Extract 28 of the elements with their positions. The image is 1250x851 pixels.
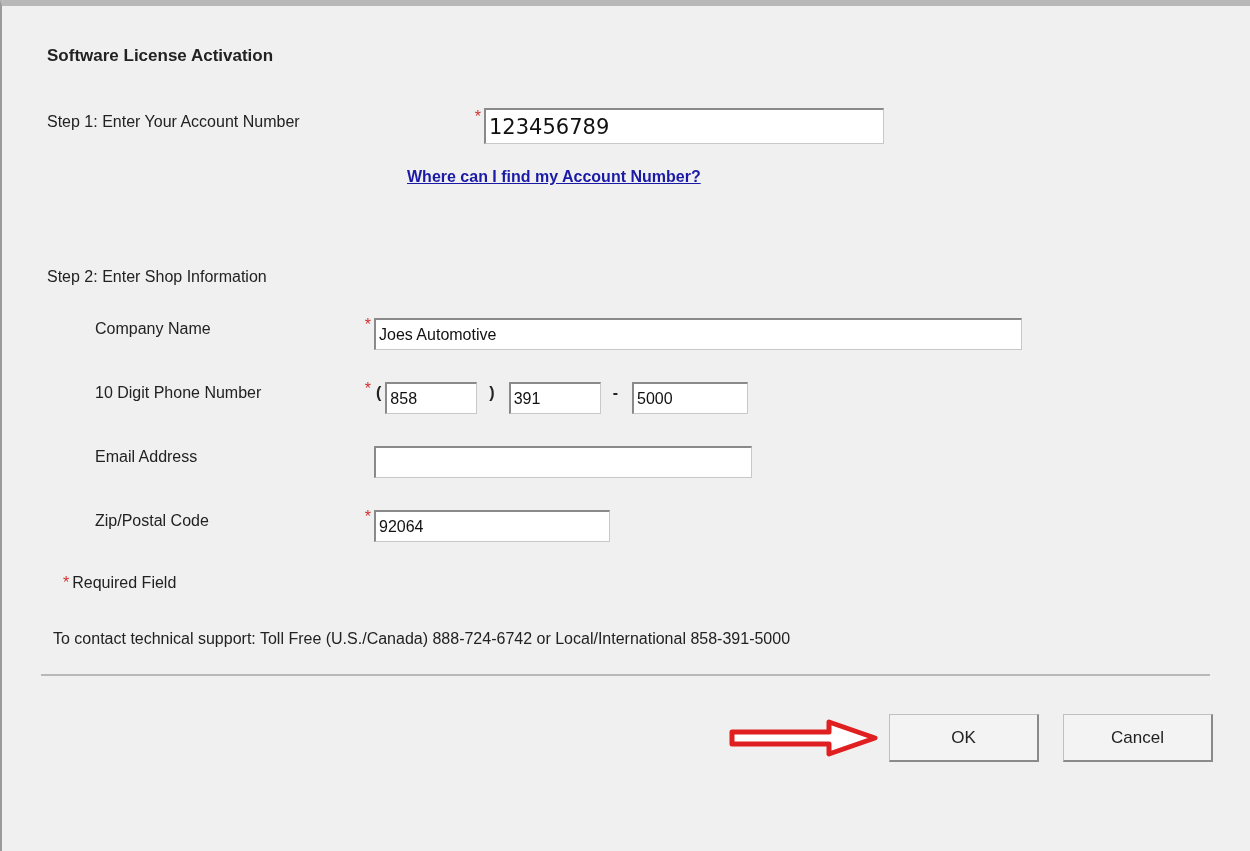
required-marker: * <box>363 380 372 398</box>
phone-line-field[interactable]: 5000 <box>632 382 748 414</box>
field-label: Company Name <box>95 320 212 338</box>
section-label: Step 2: Enter Shop Information <box>47 268 268 286</box>
area-code-field[interactable]: 858 <box>385 382 478 414</box>
required-marker: * <box>473 108 482 126</box>
field-label: Zip/Postal Code <box>95 512 210 530</box>
dialog-title: Software License Activation <box>47 46 275 66</box>
cancel-button[interactable]: Cancel <box>1063 714 1213 762</box>
input-field[interactable]: 92064 <box>374 510 610 542</box>
field-label: Email Address <box>95 448 199 466</box>
dash: - <box>611 384 619 403</box>
required-marker: * <box>363 316 372 334</box>
field-label: 10 Digit Phone Number <box>95 384 263 402</box>
help-link[interactable]: Where can I find my Account Number? <box>407 168 701 185</box>
required-marker: * <box>63 574 71 592</box>
ok-button[interactable]: OK <box>889 714 1039 762</box>
support-text: To contact technical support: Toll Free (U.S./Canada) 888-724-6742 or Local/International 858-391-5000 <box>52 630 792 648</box>
input-field[interactable]: Joes Automotive <box>374 318 1022 350</box>
arrow-icon <box>729 718 879 758</box>
parenthesis: ) <box>488 384 496 403</box>
parenthesis: ( <box>375 384 383 403</box>
input-field[interactable] <box>374 446 752 478</box>
required-marker: * <box>363 508 372 526</box>
phone-prefix-field[interactable]: 391 <box>508 382 601 414</box>
required-note: Required Field <box>72 574 177 592</box>
field-label: Step 1: Enter Your Account Number <box>47 113 301 131</box>
account-number-field[interactable]: 123456789 <box>484 108 884 144</box>
